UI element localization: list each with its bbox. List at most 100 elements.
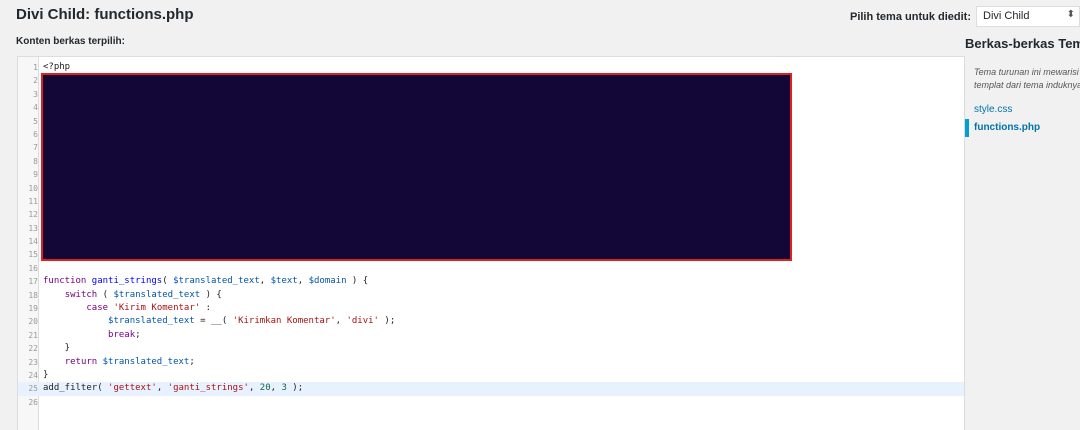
- code-punct: ) {: [200, 289, 222, 300]
- code-string: 'Kirimkan Komentar': [232, 316, 336, 327]
- line-number: 16: [28, 263, 38, 273]
- sidebar-description-line: templat dari tema induknya: [974, 80, 1080, 90]
- file-title: Divi Child: functions.php: [16, 6, 194, 23]
- code-keyword: switch: [64, 289, 98, 300]
- code-punct: );: [378, 316, 396, 327]
- code-variable: $translated_text: [173, 276, 260, 287]
- redacted-code-block: [41, 73, 792, 261]
- code-punct: ,: [297, 276, 309, 287]
- code-string: 'divi': [346, 316, 379, 327]
- theme-select-label: Pilih tema untuk diedit:: [849, 10, 971, 23]
- code-punct: (: [162, 276, 174, 287]
- line-number: 14: [28, 237, 38, 247]
- code-variable: $translated_text: [108, 316, 195, 327]
- line-number: 20: [28, 317, 38, 327]
- code-variable: $domain: [308, 276, 347, 287]
- code-punct: ,: [248, 383, 260, 394]
- theme-file-list: style.css functions.php: [965, 101, 1080, 137]
- php-open-tag: <?php: [43, 62, 71, 72]
- code-text: return $translated_text;: [43, 356, 195, 369]
- theme-select-value: Divi Child: [983, 10, 1030, 22]
- code-punct: ,: [259, 276, 271, 287]
- code-punct: :: [200, 303, 212, 314]
- line-number: 23: [28, 357, 38, 367]
- select-arrows-icon: ⬍: [1066, 9, 1075, 20]
- code-function-name: add_filter: [43, 383, 98, 394]
- code-line: 18 switch ( $translated_text ) {: [18, 289, 964, 302]
- code-line: 23 return $translated_text;: [18, 356, 964, 369]
- line-number: 2: [33, 76, 38, 86]
- code-punct: );: [286, 383, 304, 394]
- code-line-active: 25 add_filter( 'gettext', 'ganti_strings'…: [18, 382, 964, 396]
- line-number: 12: [28, 210, 38, 220]
- code-text: break;: [43, 329, 141, 342]
- code-text: function ganti_strings( $translated_text…: [43, 275, 368, 288]
- code-line: 20 $translated_text = __( 'Kirimkan Kome…: [18, 315, 964, 328]
- code-string: 'Kirim Komentar': [113, 303, 201, 314]
- line-number: 18: [28, 290, 38, 300]
- line-number: 22: [28, 344, 38, 354]
- code-keyword: case: [86, 303, 109, 314]
- code-punct: ) {: [346, 276, 369, 287]
- code-punct: = __(: [194, 316, 233, 327]
- code-punct: ;: [189, 356, 195, 367]
- code-punct: ;: [135, 329, 141, 340]
- code-line: 26: [18, 396, 964, 409]
- file-link-style-css[interactable]: style.css: [965, 101, 1080, 119]
- line-number: 24: [28, 370, 38, 380]
- theme-selector: Pilih tema untuk diedit: Divi Child ⬍: [850, 6, 1080, 27]
- code-string: 'gettext': [108, 383, 157, 394]
- code-text: $translated_text = __( 'Kirimkan Komenta…: [43, 315, 395, 328]
- line-number: 5: [33, 116, 38, 126]
- file-link-functions-php[interactable]: functions.php: [965, 119, 1080, 137]
- sidebar-title: Berkas-berkas Tema: [965, 36, 1080, 51]
- code-function-name: ganti_strings: [91, 276, 163, 287]
- line-number: 9: [33, 170, 38, 180]
- line-number: 1: [33, 63, 38, 72]
- code-line: 22 }: [18, 342, 964, 355]
- line-number: 13: [28, 223, 38, 233]
- code-punct: ,: [335, 316, 347, 327]
- sidebar-description-line: Tema turunan ini mewarisi: [974, 67, 1079, 77]
- code-text: }: [43, 369, 49, 380]
- sidebar-description: Tema turunan ini mewarisi templat dari t…: [974, 66, 1080, 92]
- line-number: 11: [28, 196, 38, 206]
- line-number: 17: [28, 277, 38, 287]
- code-text: switch ( $translated_text ) {: [43, 289, 222, 302]
- code-variable: $translated_text: [113, 289, 201, 300]
- line-number: 10: [28, 183, 38, 193]
- theme-select-dropdown[interactable]: Divi Child ⬍: [976, 6, 1080, 27]
- code-string: 'ganti_strings': [167, 383, 249, 394]
- code-keyword: function: [43, 276, 87, 287]
- code-punct: ,: [270, 383, 282, 394]
- code-line: 17 function ganti_strings( $translated_te…: [18, 275, 964, 288]
- line-number: 3: [33, 89, 38, 99]
- code-line: 21 break;: [18, 329, 964, 342]
- code-line: 24}: [18, 369, 964, 382]
- line-number: 21: [28, 330, 38, 340]
- line-number: 6: [33, 129, 38, 139]
- code-line: 16: [18, 262, 964, 275]
- line-number: 19: [28, 304, 38, 314]
- code-text: case 'Kirim Komentar' :: [43, 302, 211, 315]
- code-line: 19 case 'Kirim Komentar' :: [18, 302, 964, 315]
- code-keyword: return: [64, 356, 98, 367]
- code-punct: (: [97, 289, 114, 300]
- code-keyword: break: [108, 329, 136, 340]
- line-number: 7: [33, 143, 38, 153]
- line-number: 4: [33, 103, 38, 113]
- code-number: 20: [259, 383, 271, 394]
- code-text: }: [43, 343, 71, 354]
- content-label: Konten berkas terpilih:: [16, 36, 125, 47]
- code-variable: $translated_text: [102, 356, 190, 367]
- line-number: 26: [28, 397, 38, 407]
- line-number: 8: [33, 156, 38, 166]
- code-variable: $text: [270, 276, 298, 287]
- code-punct: (: [97, 383, 109, 394]
- code-text: add_filter( 'gettext', 'ganti_strings', …: [43, 382, 303, 395]
- line-number: 15: [28, 250, 38, 260]
